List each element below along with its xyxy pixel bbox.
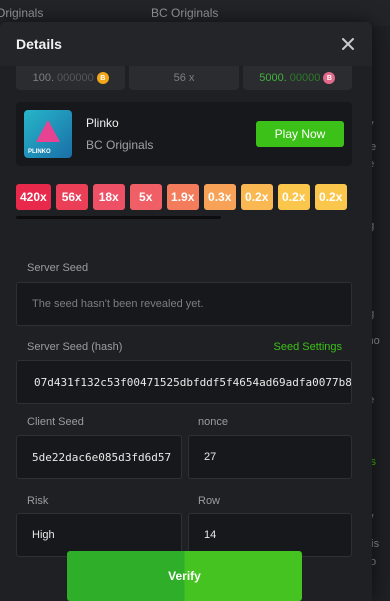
plinko-pyramid-icon [36, 120, 60, 142]
payout-multiplier-value: 56 x [173, 72, 195, 84]
row-label: Row [198, 495, 221, 507]
details-modal: Details 100.000000 B 56 x 5000.00000 B [0, 22, 372, 601]
nonce-field[interactable]: 27 [188, 435, 352, 479]
server-seed-hash-field[interactable]: 07d431f132c53f00471525dbfddf5f4654ad69ad… [16, 360, 352, 404]
bc-coin-icon: B [96, 72, 109, 84]
multiplier-chip: 18x [92, 184, 125, 210]
multiplier-chip: 420x [16, 184, 51, 210]
profit-amount-value: 5000. [259, 72, 287, 84]
close-icon [342, 38, 354, 50]
pink-coin-icon: B [323, 72, 336, 84]
server-seed-field[interactable]: The seed hasn't been revealed yet. [16, 282, 352, 326]
profit-amount: 5000. 00000 B [242, 66, 352, 90]
multiplier-strip: 420x 56x 18x 5x 1.9x 0.3x 0.2x 0.2x 0.2x [16, 184, 352, 210]
bet-stats: 100. 000000 B 56 x 5000. 00000 B [16, 66, 352, 90]
modal-content: 100. 000000 B 56 x 5000. 00000 B PLINKO Pl… [0, 66, 372, 601]
payout-multiplier: 56 x [129, 66, 239, 90]
multiplier-scrollbar[interactable] [16, 216, 221, 219]
client-seed-field[interactable]: 5de22dac6e085d3fd6d57 [16, 435, 182, 479]
background-tab-originals: Originals [0, 6, 44, 20]
bet-amount: 100. 000000 B [16, 66, 126, 90]
multiplier-chip: 56x [55, 184, 88, 210]
seed-settings-link[interactable]: Seed Settings [274, 341, 343, 353]
nonce-label: nonce [198, 416, 228, 428]
background-tab-bc-originals: BC Originals [151, 6, 219, 20]
server-seed-label: Server Seed [27, 262, 89, 274]
profit-amount-decimals: 00000 [289, 72, 321, 84]
multiplier-chip: 0.3x [203, 184, 236, 210]
server-seed-hash-label: Server Seed (hash) [27, 341, 123, 353]
multiplier-chip: 0.2x [240, 184, 273, 210]
game-name: Plinko [86, 116, 119, 130]
verify-button[interactable]: Verify [67, 551, 302, 601]
plinko-thumbnail: PLINKO [24, 110, 72, 158]
modal-header: Details [0, 22, 372, 66]
bet-amount-decimals: 000000 [57, 72, 94, 84]
multiplier-track: 420x 56x 18x 5x 1.9x 0.3x 0.2x 0.2x 0.2x [16, 184, 352, 210]
close-button[interactable] [338, 34, 358, 54]
thumbnail-label: PLINKO [28, 149, 51, 155]
client-seed-label: Client Seed [27, 416, 84, 428]
multiplier-chip: 0.2x [314, 184, 347, 210]
modal-title: Details [16, 36, 62, 52]
multiplier-chip: 0.2x [277, 184, 310, 210]
multiplier-chip: 1.9x [166, 184, 199, 210]
bet-amount-value: 100. [32, 72, 55, 84]
risk-label: Risk [27, 495, 49, 507]
game-provider: BC Originals [86, 138, 154, 152]
game-card: PLINKO Plinko BC Originals Play Now [16, 102, 352, 166]
play-now-button[interactable]: Play Now [256, 121, 344, 147]
multiplier-chip: 5x [129, 184, 162, 210]
